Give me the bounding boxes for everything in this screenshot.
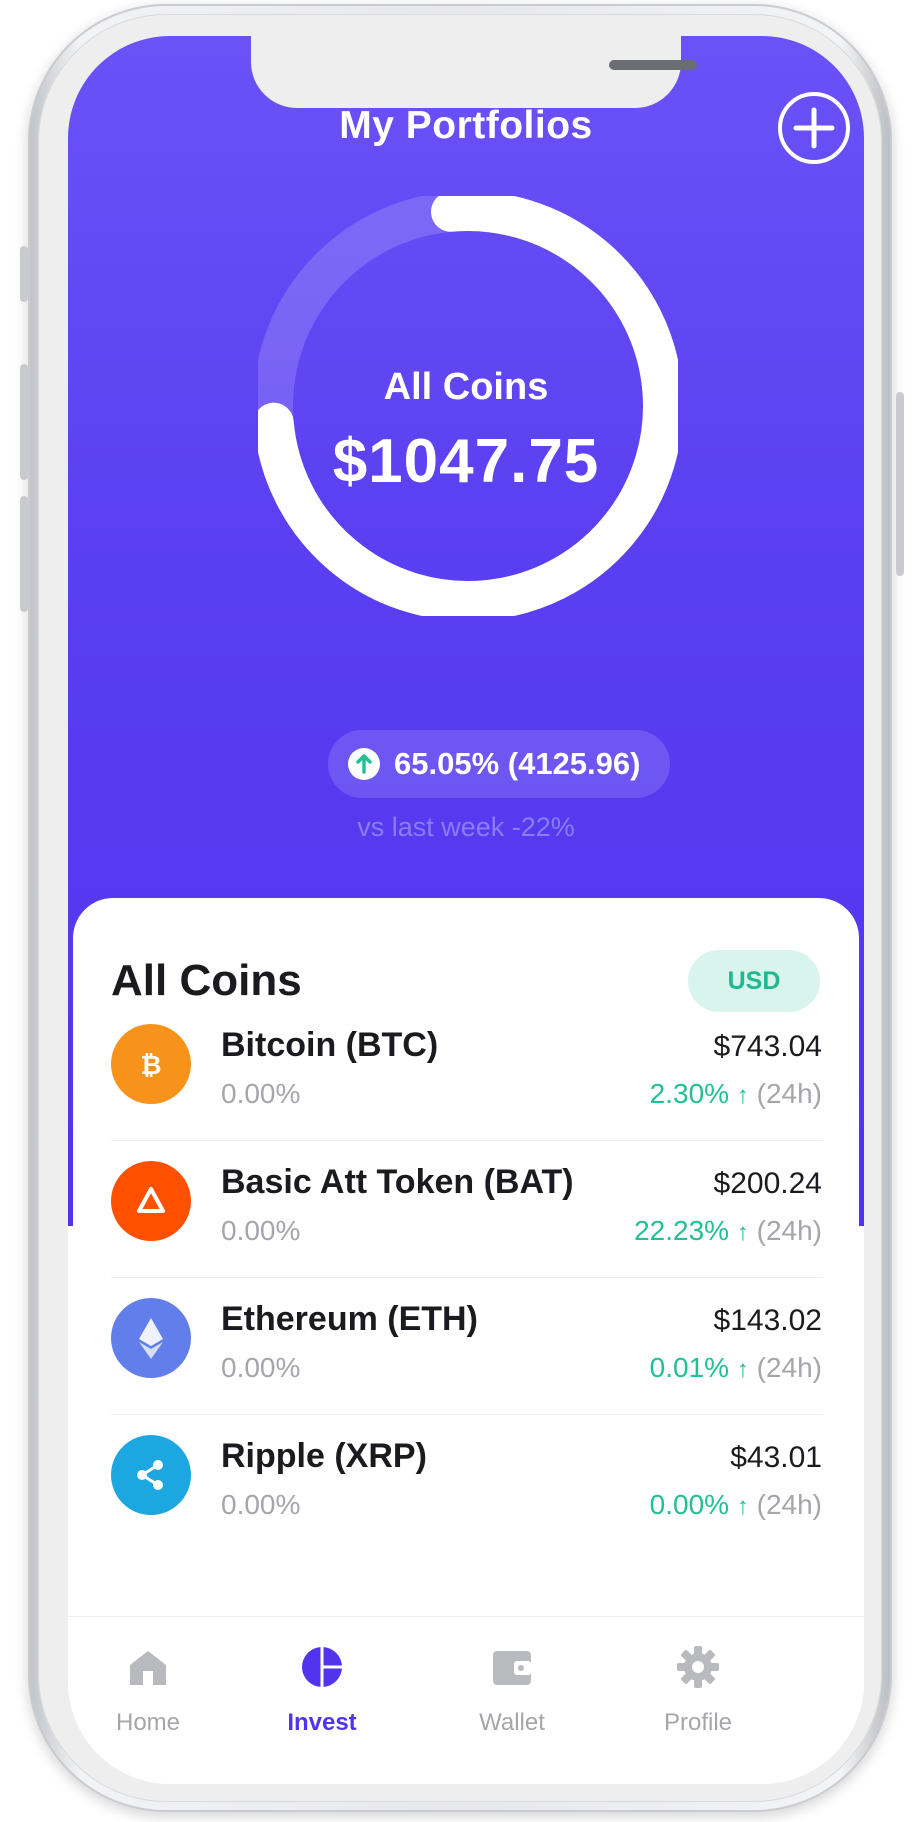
coin-allocation: 0.00% — [221, 1489, 301, 1520]
coin-allocation: 0.00% — [221, 1215, 301, 1246]
coin-row-bat[interactable]: Basic Att Token (BAT) 0.00% $200.24 22.2… — [73, 1135, 859, 1293]
bat-icon — [111, 1161, 191, 1241]
coin-change: 0.01% ↑ (24h) — [650, 1352, 822, 1384]
coin-change: 2.30% ↑ (24h) — [650, 1078, 822, 1110]
ethereum-icon — [111, 1298, 191, 1378]
coin-change-period: (24h) — [756, 1489, 822, 1520]
app-screen: My Portfolios All Coins $1047.75 65.05% … — [68, 36, 864, 1784]
portfolio-change-value: 65.05% (4125.96) — [394, 746, 641, 781]
coin-name: Basic Att Token (BAT) — [221, 1163, 574, 1201]
tab-profile-label: Profile — [663, 1709, 733, 1736]
coin-price: $743.04 — [713, 1030, 822, 1063]
volume-up-button — [20, 364, 28, 480]
plus-icon — [793, 107, 835, 149]
coins-card: All Coins USD ₿ Bitcoin (BTC) 0.00% $743… — [73, 898, 859, 1678]
coin-allocation: 0.00% — [221, 1078, 301, 1109]
pie-chart-icon — [302, 1647, 342, 1687]
tab-profile[interactable]: Profile — [618, 1617, 778, 1747]
gear-icon — [677, 1646, 719, 1688]
home-icon — [130, 1651, 166, 1685]
coin-change-value: 2.30% — [649, 1078, 730, 1109]
tab-home-label: Home — [115, 1709, 181, 1736]
coin-change-value: 0.01% — [649, 1352, 730, 1383]
add-portfolio-button[interactable] — [778, 92, 850, 164]
coin-row-eth[interactable]: Ethereum (ETH) 0.00% $143.02 0.01% ↑ (24… — [73, 1272, 859, 1430]
ripple-icon — [111, 1435, 191, 1515]
tab-invest[interactable]: Invest — [242, 1617, 402, 1747]
arrow-up-icon: ↑ — [736, 1493, 749, 1520]
phone-notch — [251, 36, 697, 108]
arrow-up-icon: ↑ — [736, 1082, 749, 1109]
bitcoin-icon: ₿ — [111, 1024, 191, 1104]
mute-switch — [20, 246, 28, 302]
coin-price: $143.02 — [713, 1304, 822, 1337]
coin-change-value: 22.23% — [634, 1215, 730, 1246]
tab-wallet[interactable]: Wallet — [432, 1617, 592, 1747]
tab-home[interactable]: Home — [68, 1617, 228, 1747]
coin-change-period: (24h) — [756, 1078, 822, 1109]
tab-wallet-label: Wallet — [479, 1709, 545, 1736]
speaker-grille — [609, 60, 697, 70]
tab-invest-label: Invest — [287, 1709, 357, 1736]
coin-name: Ripple (XRP) — [221, 1437, 427, 1475]
power-button — [896, 392, 904, 576]
bottom-tab-bar: Home Invest Wallet Profile — [68, 1616, 864, 1784]
coin-change-value: 0.00% — [649, 1489, 730, 1520]
wallet-icon — [493, 1651, 531, 1685]
coin-change-period: (24h) — [756, 1215, 822, 1246]
coin-change-period: (24h) — [756, 1352, 822, 1383]
coin-name: Ethereum (ETH) — [221, 1300, 478, 1338]
vs-last-week-text: vs last week -22% — [357, 812, 575, 842]
coin-price: $200.24 — [713, 1167, 822, 1200]
portfolio-total: $1047.75 — [332, 427, 600, 496]
arrow-up-icon — [348, 748, 380, 780]
volume-down-button — [20, 496, 28, 612]
portfolio-change-badge: 65.05% (4125.96) — [328, 730, 670, 798]
arrow-up-icon: ↑ — [736, 1219, 749, 1246]
arrow-up-icon: ↑ — [736, 1356, 749, 1383]
coin-change: 22.23% ↑ (24h) — [634, 1215, 822, 1247]
page-title: My Portfolios — [339, 104, 593, 147]
coin-row-btc[interactable]: ₿ Bitcoin (BTC) 0.00% $743.04 2.30% ↑ (2… — [73, 998, 859, 1156]
coin-row-xrp[interactable]: Ripple (XRP) 0.00% $43.01 0.00% ↑ (24h) — [73, 1409, 859, 1567]
coin-change: 0.00% ↑ (24h) — [650, 1489, 822, 1521]
svg-text:₿: ₿ — [140, 1051, 161, 1081]
portfolio-label: All Coins — [383, 366, 549, 408]
coin-price: $43.01 — [730, 1441, 822, 1474]
coin-allocation: 0.00% — [221, 1352, 301, 1383]
coin-name: Bitcoin (BTC) — [221, 1026, 439, 1064]
